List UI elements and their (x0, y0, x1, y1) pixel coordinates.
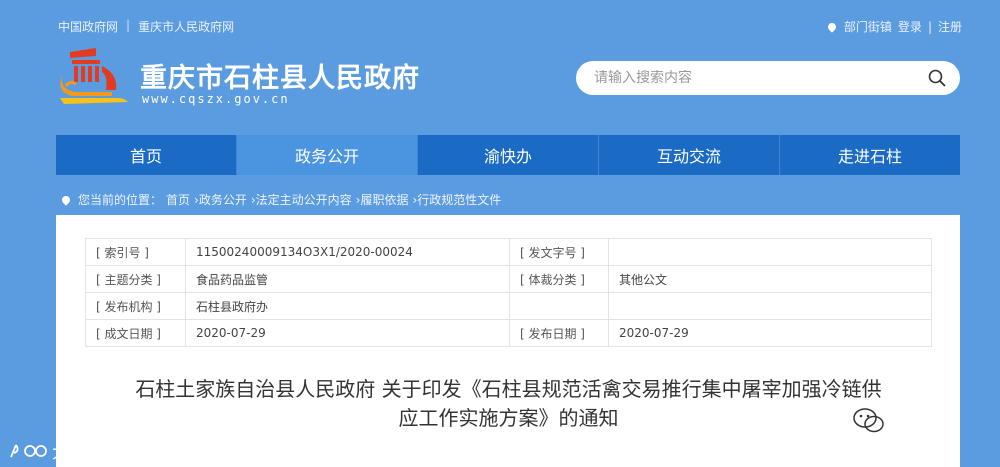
site-logo[interactable] (56, 46, 132, 108)
search-icon[interactable] (928, 69, 946, 87)
watermark-right: 新禽况 (852, 406, 954, 436)
watermark-text: 新禽况 (894, 410, 954, 435)
content-panel: [ 索引号 ] 11500240009134O3X1/2020-00024 [ … (56, 215, 960, 467)
search-box (576, 61, 960, 95)
cq-gov-link[interactable]: 重庆市人民政府网 (138, 18, 234, 35)
breadcrumb-prefix: 您当前的位置： (78, 193, 163, 207)
register-link[interactable]: 注册 (938, 18, 962, 35)
meta-key: [ 成文日期 ] (85, 319, 186, 347)
document-title-line: 应工作实施方案》的通知 (398, 406, 619, 430)
breadcrumb-item-public-content[interactable]: ›法定主动公开内容 (251, 191, 352, 208)
divider: | (927, 19, 932, 34)
breadcrumb-item-normative-docs[interactable]: ›行政规范性文件 (412, 191, 501, 208)
table-row: [ 成文日期 ] 2020-07-29 [ 发布日期 ] 2020-07-29 (85, 319, 932, 347)
wechat-icon (853, 408, 884, 433)
meta-key: [ 索引号 ] (85, 238, 186, 266)
meta-key: [ 发文字号 ] (509, 238, 609, 266)
meta-key: [ 主题分类 ] (85, 265, 186, 293)
watermark-text: 大数跨境 (52, 443, 120, 463)
nav-about-shizhu[interactable]: 走进石柱 (780, 135, 960, 175)
search-input[interactable] (594, 70, 894, 86)
watermark-left: 大数跨境 (8, 438, 120, 463)
document-title-line: 石柱土家族自治县人民政府 关于印发《石柱县规范活禽交易推行集中屠宰加强冷链供 (135, 377, 882, 401)
top-links: 中国政府网 | 重庆市人民政府网 (58, 18, 234, 35)
meta-key: [ 发布机构 ] (85, 292, 186, 320)
nav-yukuaiban[interactable]: 渝快办 (418, 135, 599, 175)
meta-value: 其他公文 (608, 265, 932, 293)
brand-mark-icon (10, 444, 47, 457)
nav-home[interactable]: 首页 (56, 135, 237, 175)
table-row: [ 主题分类 ] 食品药品监管 [ 体裁分类 ] 其他公文 (85, 265, 932, 293)
table-row: [ 索引号 ] 11500240009134O3X1/2020-00024 [ … (85, 238, 932, 266)
meta-key: [ 体裁分类 ] (509, 265, 609, 293)
site-url: www.cqszx.gov.cn (142, 92, 290, 106)
login-link[interactable]: 登录 (898, 18, 922, 35)
breadcrumb: 您当前的位置： 首页 ›政务公开 ›法定主动公开内容 ›履职依据 ›行政规范性文… (60, 191, 501, 208)
meta-value: 2020-07-29 (185, 319, 510, 347)
nav-gov-affairs[interactable]: 政务公开 (237, 135, 418, 175)
meta-value: 食品药品监管 (185, 265, 510, 293)
meta-value: 石柱县政府办 (185, 292, 510, 320)
meta-value: 11500240009134O3X1/2020-00024 (185, 238, 510, 266)
location-link[interactable]: 部门街镇 (844, 18, 892, 35)
meta-key: [ 发布日期 ] (509, 319, 609, 347)
location-pin-icon (60, 193, 72, 206)
main-nav: 首页 政务公开 渝快办 互动交流 走进石柱 (56, 135, 960, 175)
breadcrumb-item-home[interactable]: 首页 (166, 191, 190, 208)
divider: | (126, 18, 131, 32)
breadcrumb-item-gov-affairs[interactable]: ›政务公开 (194, 191, 247, 208)
site-title[interactable]: 重庆市石柱县人民政府 (140, 56, 420, 95)
nav-interaction[interactable]: 互动交流 (599, 135, 780, 175)
gov-cn-link[interactable]: 中国政府网 (58, 18, 118, 35)
document-title: 石柱土家族自治县人民政府 关于印发《石柱县规范活禽交易推行集中屠宰加强冷链供 应… (86, 375, 931, 433)
meta-value (608, 238, 932, 266)
breadcrumb-item-basis[interactable]: ›履职依据 (356, 191, 409, 208)
meta-key (509, 292, 609, 320)
meta-value (608, 292, 932, 320)
location-pin-icon (826, 20, 838, 33)
table-row: [ 发布机构 ] 石柱县政府办 (85, 292, 932, 320)
meta-value: 2020-07-29 (608, 319, 932, 347)
document-meta-table: [ 索引号 ] 11500240009134O3X1/2020-00024 [ … (85, 238, 932, 347)
account-bar: 部门街镇 登录 | 注册 (826, 18, 962, 35)
